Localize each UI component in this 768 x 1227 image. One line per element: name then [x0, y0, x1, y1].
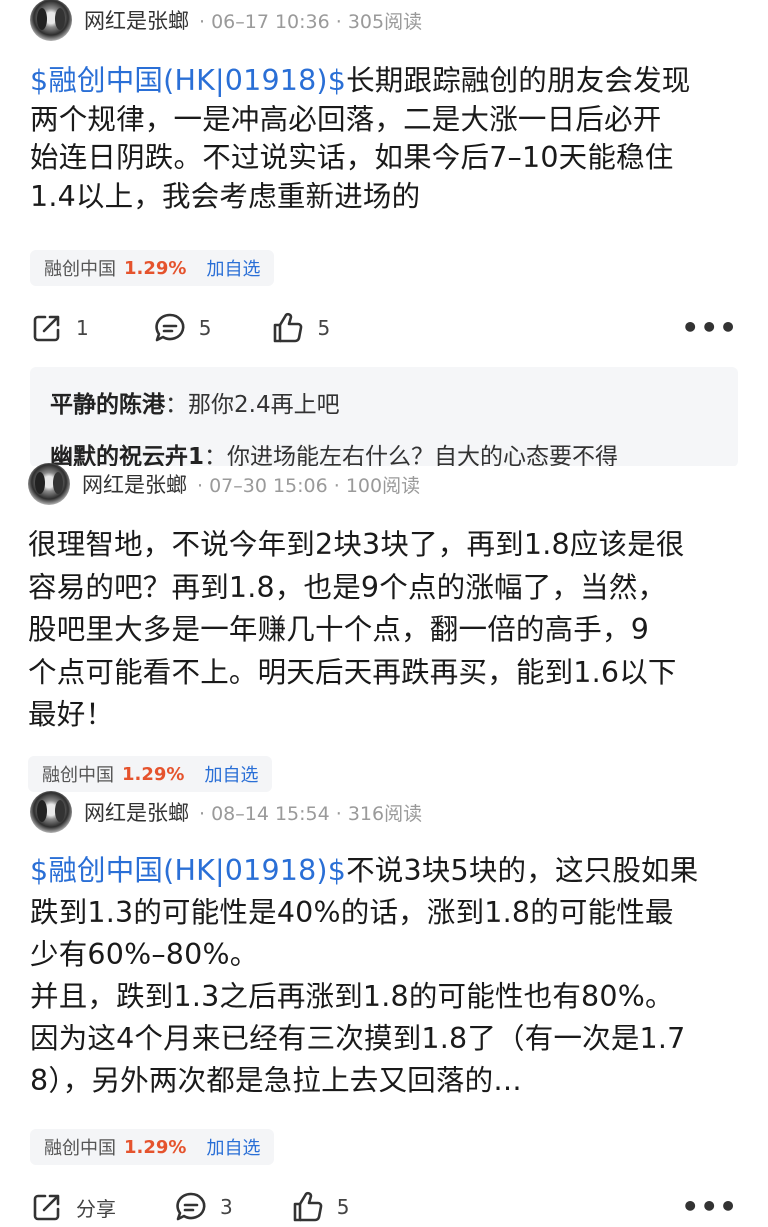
content-line: $融创中国(HK|01918)$长期跟踪融创的朋友会发现 [30, 62, 742, 101]
reply-item[interactable]: 平静的陈港：那你2.4再上吧 [50, 385, 340, 419]
content-line: 最好！ [28, 698, 115, 731]
author-name[interactable]: 网红是张螂 [84, 797, 189, 827]
comment-count: 5 [198, 316, 212, 340]
more-options-icon[interactable]: ••• [681, 1193, 738, 1221]
post-3: 网红是张螂 · 08–14 15:54 · 316阅读 $融创中国(HK|019… [0, 791, 768, 1227]
author-name[interactable]: 网红是张螂 [82, 469, 187, 499]
post-header: 网红是张螂 · 07–30 15:06 · 100阅读 [28, 463, 421, 505]
content-line: 股吧里大多是一年赚几十个点，翻一倍的高手，9 [28, 613, 650, 646]
like-button[interactable]: 5 [291, 1190, 350, 1224]
stock-tag[interactable]: 融创中国 1.29% 加自选 [28, 756, 273, 792]
content-line: 很理智地，不说今年到2块3块了，再到1.8应该是很 [28, 528, 685, 561]
action-bar: 1 5 5 ••• [30, 308, 738, 348]
reply-item[interactable]: 幽默的祝云卉1：你进场能左右什么？自大的心态要不得 [50, 437, 618, 467]
stock-name: 融创中国 [42, 765, 114, 786]
post-2: 网红是张螂 · 07–30 15:06 · 100阅读 很理智地，不说今年到2块… [0, 463, 768, 796]
thumbs-up-icon [293, 1191, 323, 1222]
stock-change: 1.29% [122, 763, 185, 785]
add-watchlist-button[interactable]: 加自选 [206, 255, 260, 281]
stock-name: 融创中国 [44, 1138, 116, 1159]
stock-change: 1.29% [124, 1136, 187, 1158]
stock-cashtag-link[interactable]: $融创中国(HK|01918)$ [30, 854, 346, 887]
stock-cashtag-link[interactable]: $融创中国(HK|01918)$ [30, 64, 346, 97]
stock-name: 融创中国 [44, 259, 116, 280]
content-line: 跌到1.3的可能性是40%的话，涨到1.8的可能性最 [30, 896, 674, 929]
avatar[interactable] [30, 791, 72, 833]
post-meta: · 07–30 15:06 · 100阅读 [197, 474, 421, 497]
share-label: 分享 [76, 1196, 116, 1221]
content-line: 因为这4个月来已经有三次摸到1.8了（有一次是1.7 [30, 1022, 686, 1055]
action-bar: 分享 3 5 ••• [30, 1187, 738, 1227]
post-header: 网红是张螂 · 08–14 15:54 · 316阅读 [30, 791, 423, 833]
stock-tag[interactable]: 融创中国 1.29% 加自选 [30, 250, 275, 286]
avatar[interactable] [28, 463, 70, 505]
avatar[interactable] [30, 0, 72, 41]
post-content[interactable]: $融创中国(HK|01918)$长期跟踪融创的朋友会发现 两个规律，一是冲高必回… [30, 62, 742, 216]
content-line: 个点可能看不上。明天后天再跌再买，能到1.6以下 [28, 655, 677, 689]
like-count: 5 [317, 316, 331, 340]
stock-change: 1.29% [124, 257, 187, 279]
content-line: 8），另外两次都是急拉上去又回落的… [30, 1064, 522, 1097]
like-button[interactable]: 5 [271, 311, 330, 345]
post-meta: · 06–17 10:36 · 305阅读 [199, 10, 423, 33]
content-line: 容易的吧？再到1.8，也是9个点的涨幅了，当然， [28, 570, 667, 604]
comment-count: 3 [220, 1195, 233, 1219]
content-line: 并且，跌到1.3之后再涨到1.8的可能性也有80%。 [30, 980, 674, 1013]
comment-icon [155, 313, 185, 342]
content-text: 长期跟踪融创的朋友会发现 [346, 64, 691, 97]
post-header: 网红是张螂 · 06–17 10:36 · 305阅读 [30, 0, 423, 41]
share-button[interactable]: 1 [30, 311, 89, 345]
more-options-icon[interactable]: ••• [681, 314, 738, 342]
author-name[interactable]: 网红是张螂 [84, 5, 189, 35]
thumbs-up-icon [274, 312, 303, 343]
share-icon [33, 1194, 60, 1221]
share-icon [33, 315, 60, 342]
reply-preview[interactable]: 平静的陈港：那你2.4再上吧 幽默的祝云卉1：你进场能左右什么？自大的心态要不得 [30, 367, 738, 467]
comment-button[interactable]: 3 [174, 1190, 233, 1224]
content-line: 两个规律，一是冲高必回落，二是大涨一日后必开 [30, 102, 662, 136]
stock-tag[interactable]: 融创中国 1.29% 加自选 [30, 1129, 275, 1165]
add-watchlist-button[interactable]: 加自选 [206, 1134, 260, 1160]
reply-text: ：那你2.4再上吧 [165, 392, 340, 418]
add-watchlist-button[interactable]: 加自选 [204, 761, 258, 787]
reply-author[interactable]: 平静的陈港 [50, 392, 165, 418]
content-line: 始连日阴跌。不过说实话，如果今后7–10天能稳住 [30, 141, 674, 174]
post-content[interactable]: $融创中国(HK|01918)$不说3块5块的，这只股如果 跌到1.3的可能性是… [30, 850, 742, 1102]
post-meta: · 08–14 15:54 · 316阅读 [199, 802, 423, 825]
content-line: 少有60%–80%。 [30, 938, 259, 971]
comment-button[interactable]: 5 [153, 311, 212, 345]
content-line: $融创中国(HK|01918)$不说3块5块的，这只股如果 [30, 850, 742, 892]
like-count: 5 [336, 1195, 350, 1219]
comment-icon [176, 1192, 206, 1221]
content-text: 不说3块5块的，这只股如果 [346, 854, 699, 887]
share-count: 1 [76, 316, 89, 340]
share-button[interactable]: 分享 [30, 1190, 116, 1224]
content-line: 1.4以上，我会考虑重新进场的 [30, 179, 421, 213]
post-content[interactable]: 很理智地，不说今年到2块3块了，再到1.8应该是很 容易的吧？再到1.8，也是9… [28, 524, 740, 737]
